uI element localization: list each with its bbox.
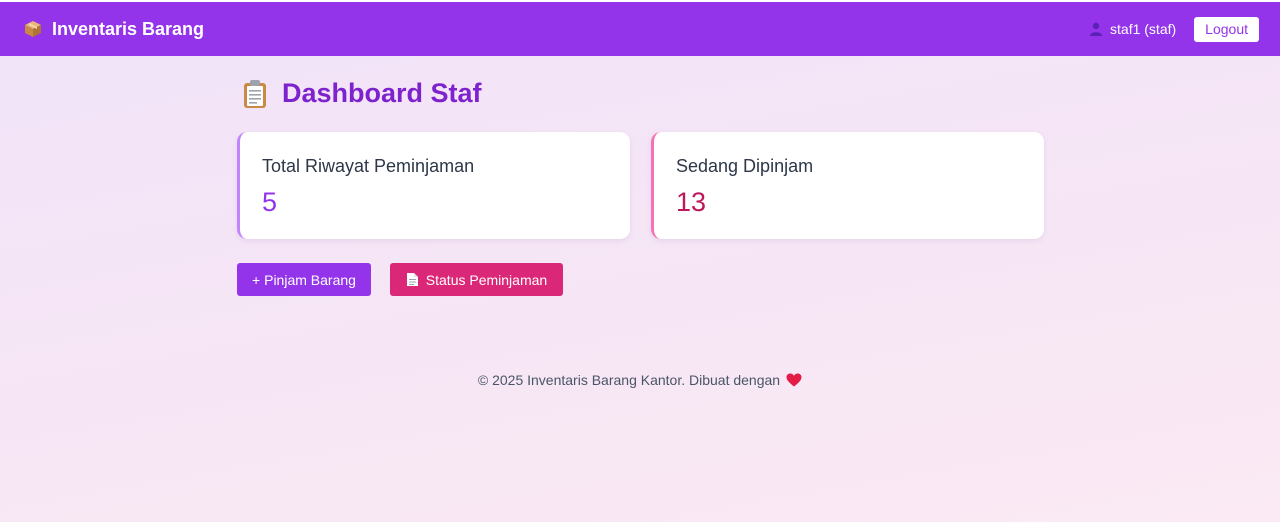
brand[interactable]: Inventaris Barang	[24, 19, 204, 40]
footer: © 2025 Inventaris Barang Kantor. Dibuat …	[0, 372, 1280, 388]
heart-icon	[786, 373, 802, 387]
pinjam-barang-button[interactable]: + Pinjam Barang	[237, 263, 371, 296]
stat-card-total-riwayat: Total Riwayat Peminjaman 5	[237, 132, 630, 239]
footer-text: © 2025 Inventaris Barang Kantor. Dibuat …	[477, 372, 781, 388]
document-icon	[406, 272, 419, 287]
navbar: Inventaris Barang staf1 (staf) Logout	[0, 2, 1280, 56]
brand-name: Inventaris Barang	[52, 18, 205, 39]
clipboard-icon	[242, 79, 268, 109]
status-peminjaman-label: Status Peminjaman	[425, 271, 548, 288]
stat-label: Sedang Dipinjam	[676, 156, 814, 176]
logout-button[interactable]: Logout	[1194, 16, 1259, 42]
package-box-icon	[24, 20, 42, 38]
page-title-text: Dashboard Staf	[282, 78, 482, 108]
user-info: staf1 (staf)	[1089, 21, 1176, 37]
user-label: staf1 (staf)	[1110, 21, 1177, 37]
user-icon	[1089, 22, 1103, 36]
stat-card-sedang-dipinjam: Sedang Dipinjam 13	[651, 132, 1044, 239]
page-title: Dashboard Staf	[242, 78, 482, 109]
stat-value: 13	[676, 187, 707, 217]
stat-label: Total Riwayat Peminjaman	[262, 156, 475, 176]
pinjam-barang-label: + Pinjam Barang	[252, 271, 356, 288]
nav-right: staf1 (staf) Logout	[1089, 16, 1259, 42]
status-peminjaman-button[interactable]: Status Peminjaman	[390, 263, 563, 296]
stat-value: 5	[262, 187, 278, 217]
